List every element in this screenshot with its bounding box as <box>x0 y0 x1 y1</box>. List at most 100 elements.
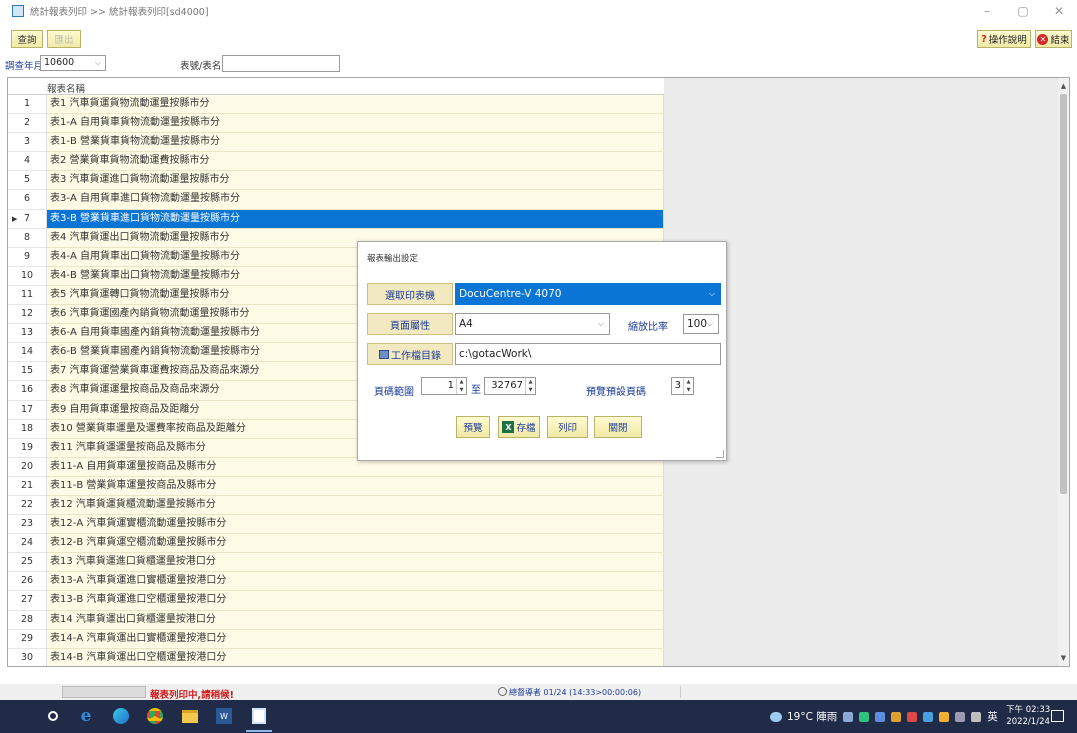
report-name-cell[interactable]: 表1 汽車貨運貨物流動運量按縣市分 <box>47 95 664 115</box>
exit-button[interactable]: ✕ 結束 <box>1035 30 1072 48</box>
report-name-cell[interactable]: 表14-B 汽車貨運出口空櫃運量按港口分 <box>47 648 664 666</box>
row-number: 17 <box>8 400 47 420</box>
close-window-button[interactable]: ✕ <box>1041 0 1077 22</box>
table-row[interactable]: 28 表14 汽車貨運出口貨櫃運量按港口分 <box>8 610 664 630</box>
query-button[interactable]: 查詢 <box>11 30 43 48</box>
file-explorer-icon[interactable] <box>181 707 199 725</box>
active-app-icon[interactable] <box>246 707 272 732</box>
table-row[interactable]: 2 表1-A 自用貨車貨物流動運量按縣市分 <box>8 114 664 134</box>
resize-grip-icon[interactable] <box>716 450 724 458</box>
ime-indicator[interactable]: 英 <box>987 709 998 724</box>
preview-button[interactable]: 預覽 <box>456 416 490 438</box>
row-number: 9 <box>8 247 47 267</box>
report-name-cell[interactable]: 表12-B 汽車貨運空櫃流動運量按縣市分 <box>47 534 664 554</box>
close-dialog-button[interactable]: 關閉 <box>594 416 642 438</box>
stepper-arrows-icon[interactable]: ▲ ▼ <box>683 378 693 394</box>
tray-app-icon[interactable] <box>875 711 886 722</box>
table-row[interactable]: 29 表14-A 汽車貨運出口實櫃運量按港口分 <box>8 629 664 649</box>
report-name-cell[interactable]: 表14 汽車貨運出口貨櫃運量按港口分 <box>47 610 664 630</box>
table-row[interactable]: 27 表13-B 汽車貨運進口空櫃運量按港口分 <box>8 591 664 611</box>
report-name-cell[interactable]: 表12-A 汽車貨運實櫃流動運量按縣市分 <box>47 515 664 535</box>
printer-select[interactable]: DocuCentre-V 4070 ⌵ <box>455 283 721 305</box>
report-name-cell[interactable]: 表2 營業貨車貨物流動運費按縣市分 <box>47 152 664 172</box>
row-number: 8 <box>8 228 47 248</box>
clock-icon <box>498 687 507 696</box>
volume-icon[interactable] <box>971 711 982 722</box>
internet-explorer-icon[interactable]: e <box>77 706 95 726</box>
table-row[interactable]: 23 表12-A 汽車貨運實櫃流動運量按縣市分 <box>8 515 664 535</box>
tray-app-icon[interactable] <box>923 711 934 722</box>
row-number: 7 ▶ <box>8 209 47 229</box>
page-to-value: 32767 <box>491 380 523 391</box>
report-name-cell[interactable]: 表13 汽車貨運進口貨櫃運量按港口分 <box>47 553 664 573</box>
report-name-cell[interactable]: 表11-B 營業貨車運量按商品及縣市分 <box>47 476 664 496</box>
report-name-cell[interactable]: 表13-A 汽車貨運進口實櫃運量按港口分 <box>47 572 664 592</box>
table-search-input[interactable] <box>222 55 340 72</box>
report-name-cell[interactable]: 表12 汽車貨運貨櫃流動運量按縣市分 <box>47 495 664 516</box>
table-row[interactable]: 5 表3 汽車貨運進口貨物流動運量按縣市分 <box>8 171 664 191</box>
weather-text[interactable]: 19°C 陣雨 <box>787 709 837 724</box>
year-month-value: 10600 <box>44 57 75 68</box>
tray-app-icon[interactable] <box>891 711 902 722</box>
table-row[interactable]: 7 ▶ 表3-B 營業貨車進口貨物流動運量按縣市分 <box>8 209 664 229</box>
print-button[interactable]: 列印 <box>547 416 588 438</box>
table-row[interactable]: 1 表1 汽車貨運貨物流動運量按縣市分 <box>8 95 664 115</box>
exit-icon: ✕ <box>1037 33 1049 45</box>
table-row[interactable]: 3 表1-B 營業貨車貨物流動運量按縣市分 <box>8 133 664 153</box>
notification-icon[interactable] <box>1051 710 1064 722</box>
help-label: 操作說明 <box>988 35 1027 46</box>
row-number: 20 <box>8 457 47 477</box>
stepper-arrows-icon[interactable]: ▲ ▼ <box>525 378 535 394</box>
word-icon[interactable]: W <box>215 707 233 725</box>
work-dir-input[interactable]: c:\gotacWork\ <box>455 343 721 365</box>
range-to-label: 至 <box>471 385 481 396</box>
table-row[interactable]: 21 表11-B 營業貨車運量按商品及縣市分 <box>8 476 664 496</box>
taskbar-clock[interactable]: 下午 02:33 2022/1/24 <box>1006 704 1050 728</box>
tray-app-icon[interactable] <box>859 711 870 722</box>
table-row[interactable]: 6 表3-A 自用貨車進口貨物流動運量按縣市分 <box>8 190 664 210</box>
edge-icon[interactable] <box>112 707 130 725</box>
table-row[interactable]: 24 表12-B 汽車貨運空櫃流動運量按縣市分 <box>8 534 664 554</box>
year-month-select[interactable]: 10600 ⌵ <box>40 55 106 71</box>
save-button[interactable]: X 存檔 <box>498 416 540 438</box>
row-number: 4 <box>8 152 47 172</box>
report-name-cell[interactable]: 表3-A 自用貨車進口貨物流動運量按縣市分 <box>47 190 664 210</box>
vertical-scrollbar[interactable]: ▲ ▼ <box>1058 78 1069 666</box>
stepper-arrows-icon[interactable]: ▲ ▼ <box>456 378 466 394</box>
row-number: 16 <box>8 381 47 401</box>
minimize-button[interactable]: – <box>969 0 1005 22</box>
page-from-value: 1 <box>447 380 454 391</box>
report-name-cell[interactable]: 表1-B 營業貨車貨物流動運量按縣市分 <box>47 133 664 153</box>
table-row[interactable]: 22 表12 汽車貨運貨櫃流動運量按縣市分 <box>8 495 664 516</box>
page-from-stepper[interactable]: 1 ▲ ▼ <box>421 377 467 395</box>
report-name-cell[interactable]: 表1-A 自用貨車貨物流動運量按縣市分 <box>47 114 664 134</box>
table-row[interactable]: 30 表14-B 汽車貨運出口空櫃運量按港口分 <box>8 648 664 666</box>
row-number: 10 <box>8 266 47 286</box>
table-row[interactable]: 4 表2 營業貨車貨物流動運費按縣市分 <box>8 152 664 172</box>
chrome-icon[interactable] <box>146 707 164 725</box>
tray-app-icon[interactable] <box>843 711 854 722</box>
scroll-up-icon[interactable]: ▲ <box>1058 80 1069 92</box>
report-name-cell[interactable]: 表14-A 汽車貨運出口實櫃運量按港口分 <box>47 629 664 649</box>
table-row[interactable]: 26 表13-A 汽車貨運進口實櫃運量按港口分 <box>8 572 664 592</box>
report-name-cell[interactable]: 表3-B 營業貨車進口貨物流動運量按縣市分 <box>47 209 664 229</box>
maximize-button[interactable]: ▢ <box>1005 0 1041 22</box>
tray-app-icon[interactable] <box>939 711 950 722</box>
tray-app-icon[interactable] <box>907 711 918 722</box>
table-row[interactable]: 25 表13 汽車貨運進口貨櫃運量按港口分 <box>8 553 664 573</box>
question-icon: ? <box>981 33 987 45</box>
search-icon[interactable] <box>44 707 62 725</box>
export-button[interactable]: 匯出 <box>47 30 81 48</box>
page-to-stepper[interactable]: 32767 ▲ ▼ <box>484 377 536 395</box>
report-name-cell[interactable]: 表13-B 汽車貨運進口空櫃運量按港口分 <box>47 591 664 611</box>
windows-start-icon[interactable] <box>10 709 25 724</box>
clock-time: 下午 02:33 <box>1006 705 1051 715</box>
help-button[interactable]: ? 操作說明 <box>977 30 1031 48</box>
scroll-down-icon[interactable]: ▼ <box>1058 652 1069 664</box>
scroll-thumb[interactable] <box>1060 94 1067 494</box>
page-size-select[interactable]: A4 ⌵ <box>455 313 610 335</box>
report-name-cell[interactable]: 表3 汽車貨運進口貨物流動運量按縣市分 <box>47 171 664 191</box>
network-icon[interactable] <box>955 711 966 722</box>
preview-pages-stepper[interactable]: 3 ▲ ▼ <box>671 377 694 395</box>
zoom-select[interactable]: 100 ⌵ <box>683 314 719 334</box>
